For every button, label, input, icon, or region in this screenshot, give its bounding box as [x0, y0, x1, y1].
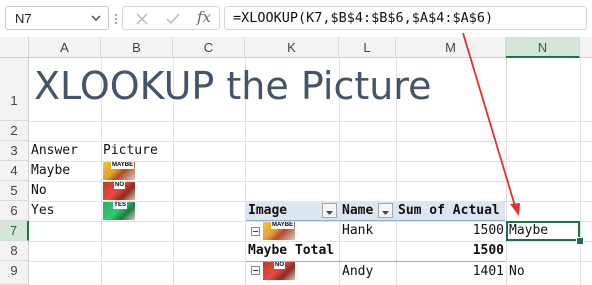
- annotation-arrow-icon: [462, 32, 520, 216]
